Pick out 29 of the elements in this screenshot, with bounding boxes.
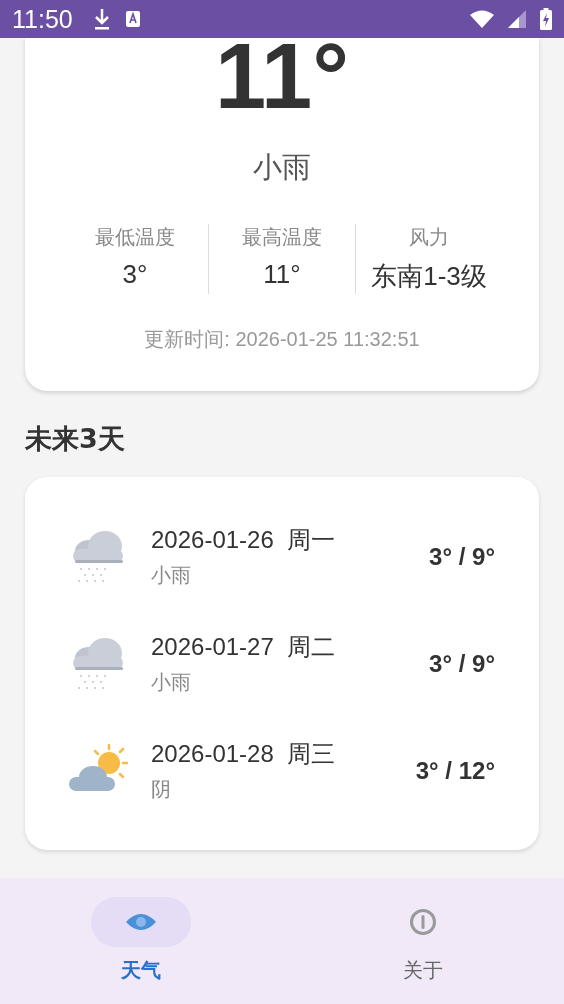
stat-label: 最高温度 xyxy=(242,224,322,251)
current-condition: 小雨 xyxy=(253,149,311,186)
section-title: 未来3天 xyxy=(25,422,126,456)
forecast-condition: 小雨 xyxy=(151,669,192,696)
temperature-range: 3° / 9° xyxy=(429,649,495,678)
stat-value: 3° xyxy=(122,259,148,290)
keyboard-icon xyxy=(124,10,141,28)
current-temperature: 11° xyxy=(214,38,349,116)
temperature-range: 3° / 12° xyxy=(415,756,495,785)
forecast-condition: 小雨 xyxy=(151,562,192,589)
signal-icon xyxy=(508,10,526,28)
forecast-date: 2026-01-26 周一 xyxy=(151,525,337,555)
info-icon xyxy=(409,908,437,936)
update-time: 更新时间: 2026-01-25 11:32:51 xyxy=(144,327,420,352)
wifi-icon xyxy=(470,10,494,28)
forecast-date: 2026-01-28 周三 xyxy=(151,739,337,769)
forecast-date: 2026-01-27 周二 xyxy=(151,632,337,662)
stat-label: 风力 xyxy=(409,224,449,251)
eye-icon xyxy=(125,912,157,932)
stat-value: 11° xyxy=(263,259,301,290)
nav-tab[interactable]: 关于 xyxy=(282,878,564,1004)
stat-value: 东南1-3级 xyxy=(371,260,487,293)
battery-icon xyxy=(540,8,552,30)
forecast-condition: 阴 xyxy=(151,776,172,803)
status-time: 11:50 xyxy=(12,4,73,34)
temperature-range: 3° / 9° xyxy=(429,542,495,571)
stat-label: 最低温度 xyxy=(95,224,175,251)
nav-tab[interactable]: 天气 xyxy=(0,878,282,1004)
download-icon xyxy=(92,8,111,30)
